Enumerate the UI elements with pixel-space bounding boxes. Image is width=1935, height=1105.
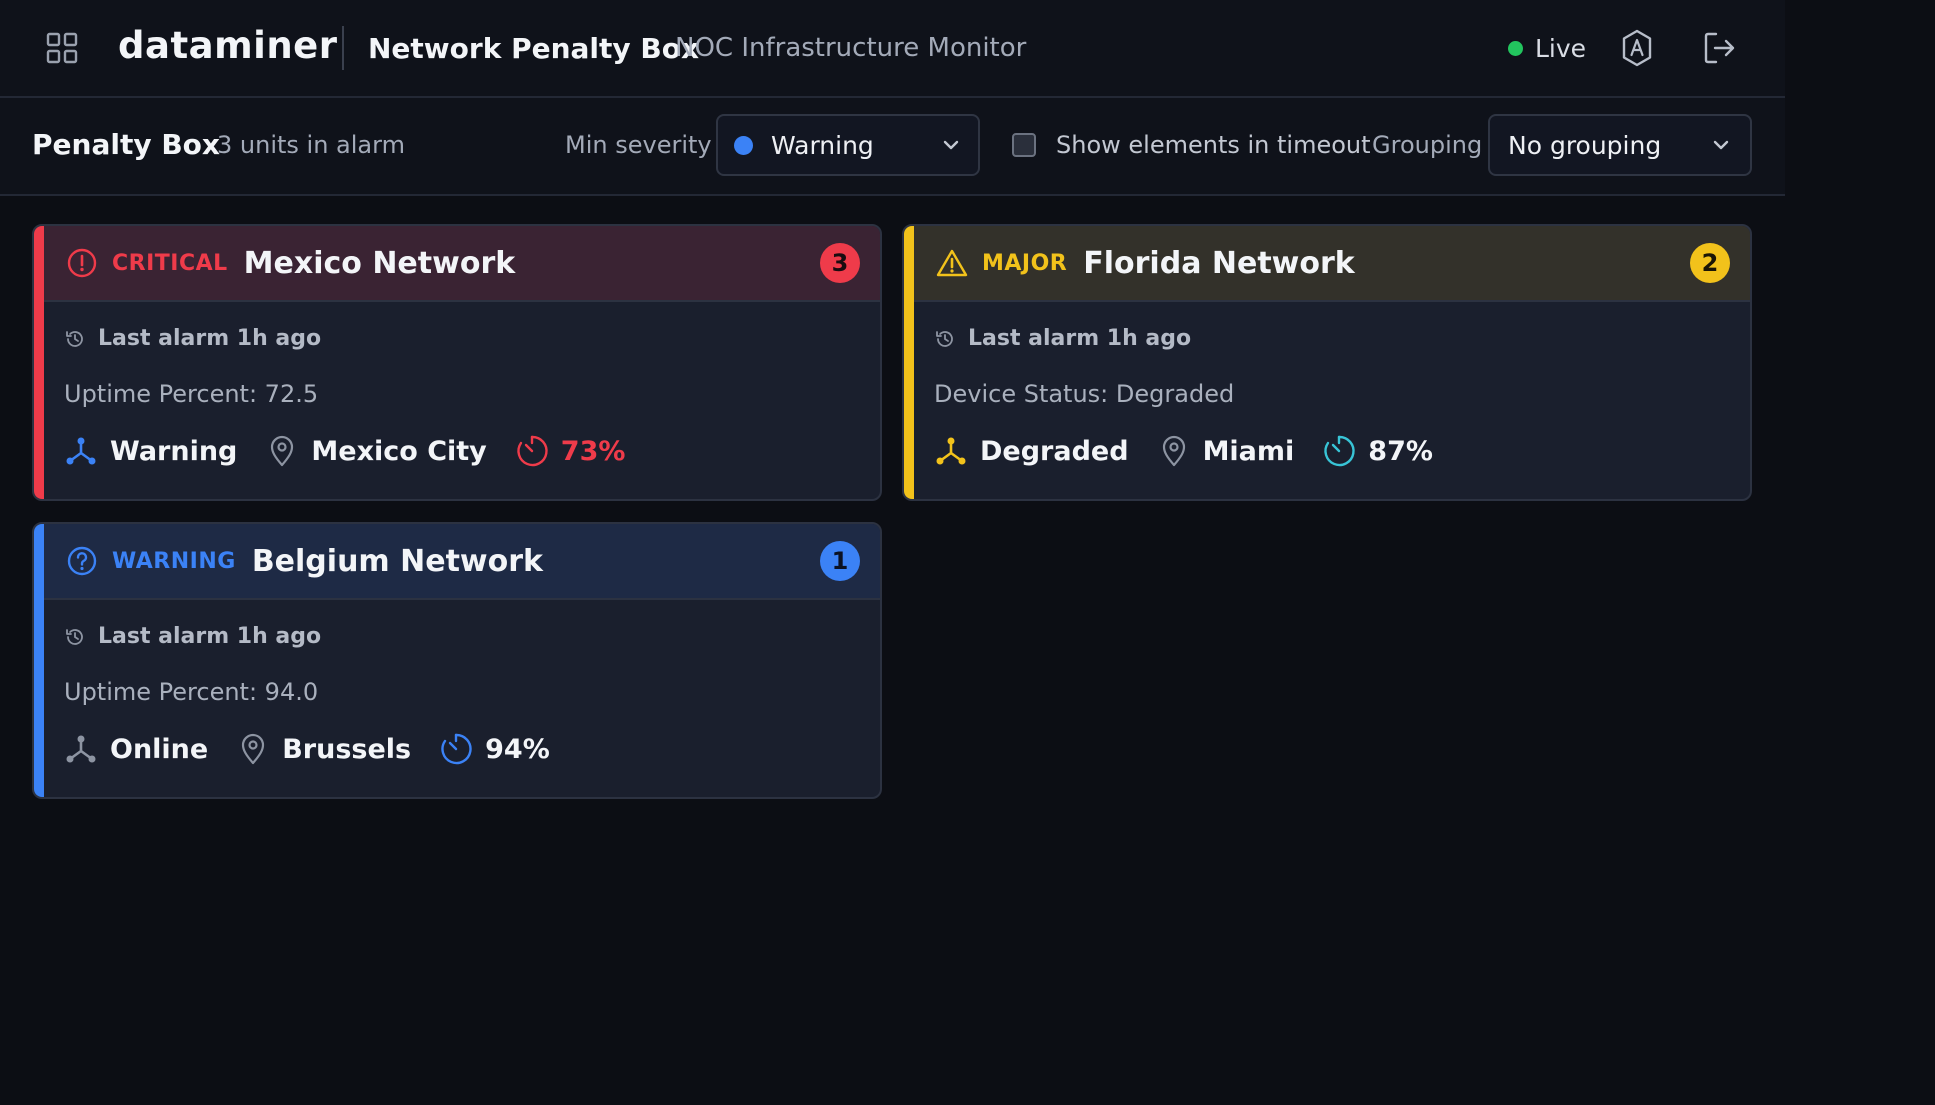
severity-accent-bar bbox=[904, 226, 914, 499]
network-status-icon bbox=[66, 735, 96, 763]
warning-triangle-icon bbox=[936, 249, 968, 277]
gauge-timer-icon bbox=[517, 435, 548, 467]
location-pin-icon bbox=[1162, 435, 1185, 467]
severity-accent-bar bbox=[34, 524, 44, 797]
app-title: Network Penalty Box bbox=[368, 32, 700, 65]
app-root: dataminer Network Penalty Box NOC Infras… bbox=[0, 0, 1785, 1105]
card-metric: Uptime Percent: 72.5 bbox=[64, 380, 319, 408]
alarm-count-badge: 3 bbox=[820, 243, 860, 283]
status-item: Degraded bbox=[934, 434, 1129, 468]
last-alarm-text: Last alarm 1h ago bbox=[968, 326, 1192, 351]
question-circle-icon bbox=[67, 546, 97, 576]
alert-circle-icon bbox=[67, 248, 97, 278]
grouping-label: Grouping bbox=[1372, 131, 1483, 159]
live-label: Live bbox=[1535, 34, 1587, 63]
percent-item: 73% bbox=[515, 434, 626, 468]
min-severity-value: Warning bbox=[771, 130, 874, 160]
gauge-timer-icon bbox=[1324, 435, 1355, 467]
settings-gear-icon[interactable] bbox=[1618, 28, 1656, 68]
card-metric: Device Status: Degraded bbox=[934, 380, 1235, 408]
card-footer: Degraded Miami 87% bbox=[934, 434, 1461, 468]
card-footer: Online Brussels 94% bbox=[64, 732, 578, 766]
severity-label: MAJOR bbox=[982, 250, 1068, 276]
status-item: Online bbox=[64, 732, 208, 766]
status-text: Online bbox=[110, 733, 209, 765]
severity-color-dot bbox=[734, 135, 753, 155]
card-footer: Warning Mexico City 73% bbox=[64, 434, 653, 468]
show-timeout-label[interactable]: Show elements in timeout bbox=[1056, 131, 1371, 159]
severity-label: CRITICAL bbox=[112, 250, 228, 276]
chevron-down-icon bbox=[1713, 140, 1729, 150]
filter-toolbar: Penalty Box 3 units in alarm Min severit… bbox=[0, 98, 1785, 196]
percent-text: 73% bbox=[560, 435, 626, 467]
status-text: Degraded bbox=[980, 435, 1129, 467]
location-text: Brussels bbox=[282, 733, 412, 765]
logout-icon[interactable] bbox=[1702, 30, 1738, 66]
location-text: Mexico City bbox=[311, 435, 487, 467]
min-severity-select[interactable]: Warning bbox=[716, 114, 980, 176]
location-text: Miami bbox=[1202, 435, 1295, 467]
penalty-card-florida[interactable]: MAJOR Florida Network 2 Last alarm 1h ag… bbox=[902, 224, 1752, 501]
percent-text: 94% bbox=[485, 733, 550, 765]
history-icon bbox=[936, 330, 953, 347]
card-title: Belgium Network bbox=[251, 543, 543, 579]
gauge-timer-icon bbox=[441, 733, 472, 765]
card-header: MAJOR Florida Network 2 bbox=[914, 226, 1750, 302]
penalty-card-belgium[interactable]: WARNING Belgium Network 1 Last alarm 1h … bbox=[32, 522, 882, 799]
chevron-down-icon bbox=[943, 140, 959, 150]
location-item: Brussels bbox=[236, 732, 411, 766]
top-bar: dataminer Network Penalty Box NOC Infras… bbox=[0, 0, 1785, 98]
apps-grid-icon[interactable] bbox=[46, 32, 78, 64]
status-text: Warning bbox=[110, 435, 238, 467]
location-item: Mexico City bbox=[265, 434, 487, 468]
live-indicator: Live bbox=[1508, 34, 1586, 63]
last-alarm: Last alarm 1h ago bbox=[934, 326, 1191, 351]
card-header: CRITICAL Mexico Network 3 bbox=[44, 226, 880, 302]
card-header: WARNING Belgium Network 1 bbox=[44, 524, 880, 600]
penalty-card-mexico[interactable]: CRITICAL Mexico Network 3 Last alarm 1h … bbox=[32, 224, 882, 501]
percent-item: 94% bbox=[439, 732, 550, 766]
penalty-box-title: Penalty Box bbox=[32, 128, 220, 161]
history-icon bbox=[66, 628, 83, 645]
status-item: Warning bbox=[64, 434, 237, 468]
location-item: Miami bbox=[1157, 434, 1295, 468]
alarm-count-badge: 2 bbox=[1690, 243, 1730, 283]
percent-item: 87% bbox=[1322, 434, 1433, 468]
alarm-count-badge: 1 bbox=[820, 541, 860, 581]
location-pin-icon bbox=[271, 435, 294, 467]
min-severity-label: Min severity bbox=[565, 131, 712, 159]
card-title: Florida Network bbox=[1083, 245, 1355, 281]
live-status-dot bbox=[1508, 41, 1523, 56]
brand-logo: dataminer bbox=[118, 24, 338, 67]
grouping-select[interactable]: No grouping bbox=[1488, 114, 1752, 176]
show-timeout-checkbox[interactable] bbox=[1012, 133, 1036, 157]
grouping-value: No grouping bbox=[1508, 130, 1662, 160]
network-status-icon bbox=[936, 437, 966, 465]
last-alarm-text: Last alarm 1h ago bbox=[98, 624, 322, 649]
last-alarm: Last alarm 1h ago bbox=[64, 624, 321, 649]
location-pin-icon bbox=[242, 733, 265, 765]
header-divider bbox=[342, 26, 344, 70]
history-icon bbox=[66, 330, 83, 347]
severity-label: WARNING bbox=[112, 548, 236, 574]
app-subtitle: NOC Infrastructure Monitor bbox=[675, 33, 1027, 63]
severity-accent-bar bbox=[34, 226, 44, 499]
last-alarm-text: Last alarm 1h ago bbox=[98, 326, 322, 351]
last-alarm: Last alarm 1h ago bbox=[64, 326, 321, 351]
card-title: Mexico Network bbox=[243, 245, 516, 281]
network-status-icon bbox=[66, 437, 96, 465]
alarm-count-text: 3 units in alarm bbox=[217, 131, 405, 159]
card-metric: Uptime Percent: 94.0 bbox=[64, 678, 319, 706]
percent-text: 87% bbox=[1368, 435, 1433, 467]
